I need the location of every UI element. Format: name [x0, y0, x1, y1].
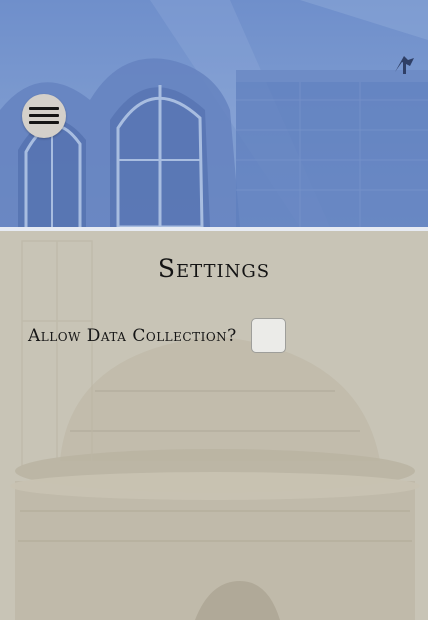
content-background-image [10, 240, 420, 620]
allow-data-collection-label: Allow Data Collection? [28, 325, 237, 346]
allow-data-collection-setting: Allow Data Collection? [28, 318, 286, 353]
settings-panel: Settings Allow Data Collection? [0, 231, 428, 620]
header-banner [0, 0, 428, 227]
menu-button[interactable] [22, 94, 66, 138]
allow-data-collection-checkbox[interactable] [250, 318, 286, 353]
hamburger-menu-icon [29, 106, 59, 126]
page-title: Settings [157, 254, 271, 283]
